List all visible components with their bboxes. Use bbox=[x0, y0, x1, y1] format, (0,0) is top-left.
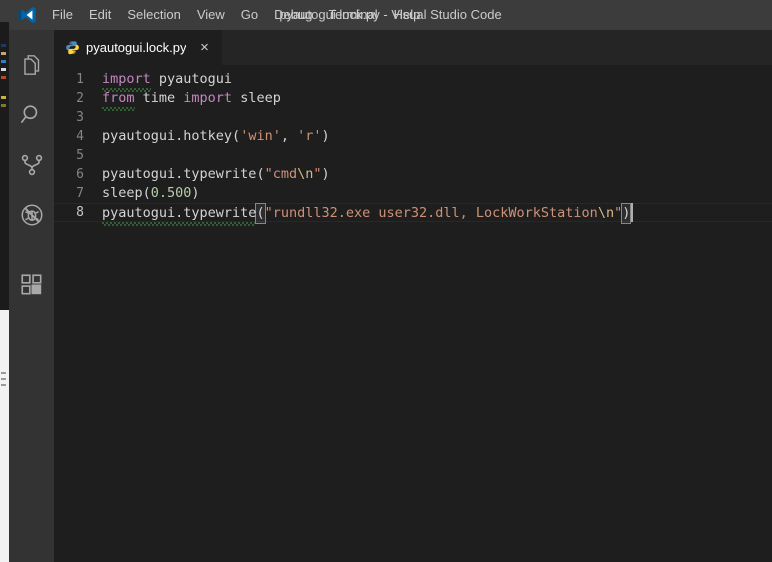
text-caret bbox=[631, 203, 634, 222]
menu-item-debug[interactable]: Debug bbox=[266, 0, 320, 30]
token-keyword: import bbox=[102, 71, 151, 92]
token-paren-close: ) bbox=[321, 128, 330, 144]
editor-group: pyautogui.lock.py × 1 import pyautogui 2… bbox=[54, 30, 772, 562]
token-keyword-import: import bbox=[183, 90, 233, 106]
line-number: 4 bbox=[76, 129, 84, 144]
vscode-window: File Edit Selection View Go Debug Termin… bbox=[0, 0, 772, 562]
code-line: 4 pyautogui.hotkey('win', 'r') bbox=[54, 127, 772, 146]
code-line: 3 bbox=[54, 108, 772, 127]
menu-item-file[interactable]: File bbox=[44, 0, 81, 30]
token-string-win: 'win' bbox=[240, 128, 281, 144]
menu-bar: File Edit Selection View Go Debug Termin… bbox=[44, 0, 428, 30]
code-line: 1 import pyautogui bbox=[54, 70, 772, 92]
source-control-branch-icon bbox=[19, 152, 45, 178]
code-line-active: 8 pyautogui.typewrite("rundll32.exe user… bbox=[54, 203, 772, 226]
code-line: 5 bbox=[54, 146, 772, 165]
token-comma: , bbox=[280, 128, 298, 144]
line-number: 8 bbox=[76, 205, 84, 220]
title-bar: File Edit Selection View Go Debug Termin… bbox=[9, 0, 772, 30]
token-string-start: "rundll32.exe user32.dll, LockWorkStatio… bbox=[264, 205, 598, 221]
token-string-start: "cmd bbox=[264, 166, 298, 182]
menu-item-go[interactable]: Go bbox=[233, 0, 266, 30]
search-icon bbox=[19, 102, 45, 128]
files-icon bbox=[19, 52, 45, 78]
line-number: 6 bbox=[76, 167, 84, 182]
activity-bar-item-source-control[interactable] bbox=[9, 140, 54, 190]
tab-pyautogui-lock-py[interactable]: pyautogui.lock.py × bbox=[54, 30, 223, 65]
line-number: 7 bbox=[76, 186, 84, 201]
code-line-content: import pyautogui bbox=[102, 70, 772, 92]
line-number: 3 bbox=[76, 110, 84, 125]
activity-bar-item-extensions[interactable] bbox=[9, 260, 54, 310]
token-keyword-from: from bbox=[102, 90, 135, 111]
menu-item-view[interactable]: View bbox=[189, 0, 233, 30]
code-line-content: from time import sleep bbox=[102, 89, 772, 111]
token-name-sleep: sleep bbox=[232, 90, 281, 106]
code-line-content: pyautogui.typewrite("rundll32.exe user32… bbox=[102, 203, 772, 226]
extensions-squares-icon bbox=[19, 272, 45, 298]
code-line-content: sleep(0.500) bbox=[102, 184, 772, 203]
tab-close-icon[interactable]: × bbox=[196, 40, 212, 56]
token-escape-newline: \n bbox=[297, 166, 314, 182]
activity-bar-item-search[interactable] bbox=[9, 90, 54, 140]
background-window-sliver bbox=[0, 0, 9, 562]
token-call-typewrite: pyautogui.typewrite bbox=[102, 166, 257, 182]
python-file-icon bbox=[64, 40, 80, 56]
bracket-match-close: ) bbox=[621, 203, 632, 224]
line-number: 1 bbox=[76, 72, 84, 87]
token-escape-newline: \n bbox=[597, 205, 615, 221]
token-number: 0.500 bbox=[150, 185, 192, 201]
token-module-time: time bbox=[134, 90, 184, 106]
visual-studio-code-logo-icon bbox=[16, 4, 38, 26]
token-paren-open: ( bbox=[232, 128, 241, 144]
token-call-hotkey: pyautogui.hotkey bbox=[102, 128, 233, 144]
line-number: 2 bbox=[76, 91, 84, 106]
token-module-name: pyautogui bbox=[150, 71, 233, 87]
tab-bar: pyautogui.lock.py × bbox=[54, 30, 772, 65]
debug-no-entry-bug-icon bbox=[19, 202, 45, 228]
token-paren-close: ) bbox=[191, 185, 200, 201]
code-line-content: pyautogui.hotkey('win', 'r') bbox=[102, 127, 772, 146]
code-line: 6 pyautogui.typewrite("cmd\n") bbox=[54, 165, 772, 184]
code-line-content: pyautogui.typewrite("cmd\n") bbox=[102, 165, 772, 184]
token-string-end: " bbox=[313, 166, 322, 182]
token-call-sleep: sleep bbox=[102, 185, 143, 201]
token-paren-close: ) bbox=[321, 166, 330, 182]
menu-item-selection[interactable]: Selection bbox=[119, 0, 188, 30]
menu-item-edit[interactable]: Edit bbox=[81, 0, 119, 30]
code-lines: 1 import pyautogui 2 from time import sl… bbox=[54, 70, 772, 226]
token-string-r: 'r' bbox=[297, 128, 322, 144]
activity-bar-item-explorer[interactable] bbox=[9, 40, 54, 90]
line-number: 5 bbox=[76, 148, 84, 163]
tab-label: pyautogui.lock.py bbox=[86, 40, 187, 55]
activity-bar bbox=[9, 30, 54, 562]
menu-item-help[interactable]: Help bbox=[386, 0, 429, 30]
editor-code-area[interactable]: 1 import pyautogui 2 from time import sl… bbox=[54, 65, 772, 562]
activity-bar-item-debug[interactable] bbox=[9, 190, 54, 240]
token-call-typewrite: pyautogui.typewrite bbox=[102, 205, 257, 226]
code-line: 7 sleep(0.500) bbox=[54, 184, 772, 203]
code-line: 2 from time import sleep bbox=[54, 89, 772, 111]
token-paren-open: ( bbox=[142, 185, 151, 201]
token-paren-open: ( bbox=[256, 166, 265, 182]
menu-item-terminal[interactable]: Terminal bbox=[320, 0, 385, 30]
